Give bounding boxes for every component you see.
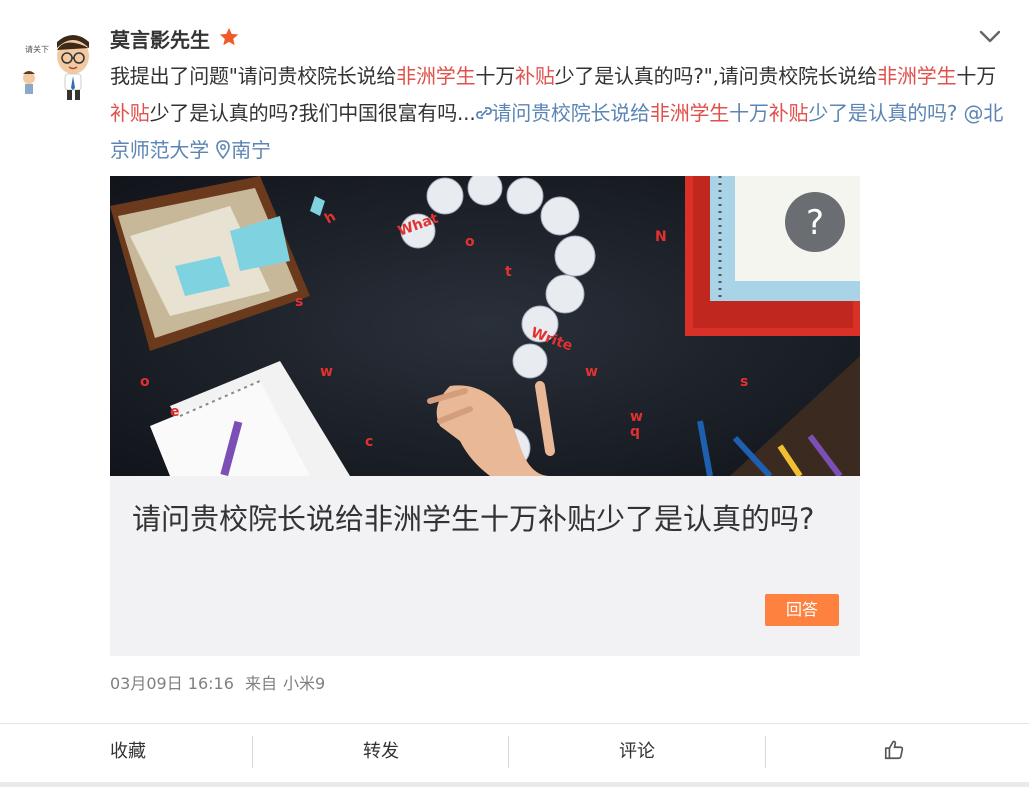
username[interactable]: 莫言影先生 (110, 24, 210, 53)
question-card[interactable]: What Write New N h s w o e w w s c q t o (110, 176, 860, 656)
card-image: What Write New N h s w o e w w s c q t o (110, 176, 860, 476)
source-device[interactable]: 小米9 (283, 674, 325, 693)
like-icon (883, 740, 905, 762)
svg-text:s: s (740, 374, 748, 390)
favorite-button[interactable]: 收藏 (0, 724, 256, 779)
link-text: 少了是认真的吗? (808, 101, 958, 125)
svg-text:w: w (320, 364, 333, 380)
svg-text:s: s (295, 294, 303, 310)
topic-highlight: 补贴 (768, 101, 809, 125)
repost-button[interactable]: 转发 (253, 724, 509, 779)
svg-text:q: q (630, 424, 640, 440)
like-button[interactable] (766, 724, 1022, 779)
card-title: 请问贵校院长说给非洲学生十万补贴少了是认真的吗? (132, 502, 815, 536)
answer-button[interactable]: 回答 (765, 594, 839, 626)
svg-text:c: c (365, 434, 373, 450)
svg-text:w: w (630, 409, 643, 425)
topic-highlight[interactable]: 非洲学生 (877, 64, 956, 88)
question-link[interactable]: 请问贵校院长说给非洲学生十万补贴少了是认真的吗? (475, 101, 958, 125)
text-part: 少了是认真的吗?我们中国很富有吗... (149, 101, 476, 125)
avatar[interactable]: 请关下 (15, 26, 97, 104)
weibo-post: 请关下 莫言影先生 我提出了问题"请问贵校院长说给非洲学生十万补贴少了是认真的吗… (0, 0, 1029, 787)
text-part: 十万 (956, 64, 997, 88)
topic-highlight[interactable]: 非洲学生 (396, 64, 475, 88)
comment-button[interactable]: 评论 (509, 724, 765, 779)
post-time[interactable]: 03月09日 16:16 (110, 674, 234, 693)
location-text: 南宁 (231, 138, 271, 162)
location-pin-icon (215, 138, 231, 162)
text-intro: 我提出了问题"请问贵校院长说给 (110, 64, 397, 88)
svg-text:o: o (140, 374, 150, 390)
location-link[interactable]: 南宁 (215, 138, 271, 162)
svg-text:N: N (655, 229, 667, 245)
topic-highlight: 非洲学生 (649, 101, 730, 125)
link-text: 十万 (729, 101, 769, 125)
svg-text:o: o (465, 234, 475, 250)
post-text: 我提出了问题"请问贵校院长说给非洲学生十万补贴少了是认真的吗?",请问贵校院长说… (110, 58, 1010, 169)
post-meta: 03月09日 16:16 来自 小米9 (110, 670, 331, 694)
link-icon (475, 101, 492, 125)
source-prefix: 来自 (245, 674, 278, 693)
star-badge-icon (218, 26, 240, 48)
chevron-down-icon[interactable] (978, 28, 1002, 46)
action-bar: 收藏 转发 评论 (0, 724, 1029, 787)
bottom-edge (0, 782, 1029, 787)
svg-text:e: e (170, 404, 180, 420)
svg-text:请关下: 请关下 (25, 44, 49, 54)
svg-text:?: ? (806, 203, 824, 243)
svg-text:t: t (505, 264, 512, 280)
topic-highlight[interactable]: 补贴 (110, 101, 150, 125)
link-text: 请问贵校院长说给 (491, 101, 651, 125)
topic-highlight[interactable]: 补贴 (515, 64, 555, 88)
text-part: 十万 (475, 64, 516, 88)
svg-text:w: w (585, 364, 598, 380)
text-part: 少了是认真的吗?",请问贵校院长说给 (554, 64, 878, 88)
